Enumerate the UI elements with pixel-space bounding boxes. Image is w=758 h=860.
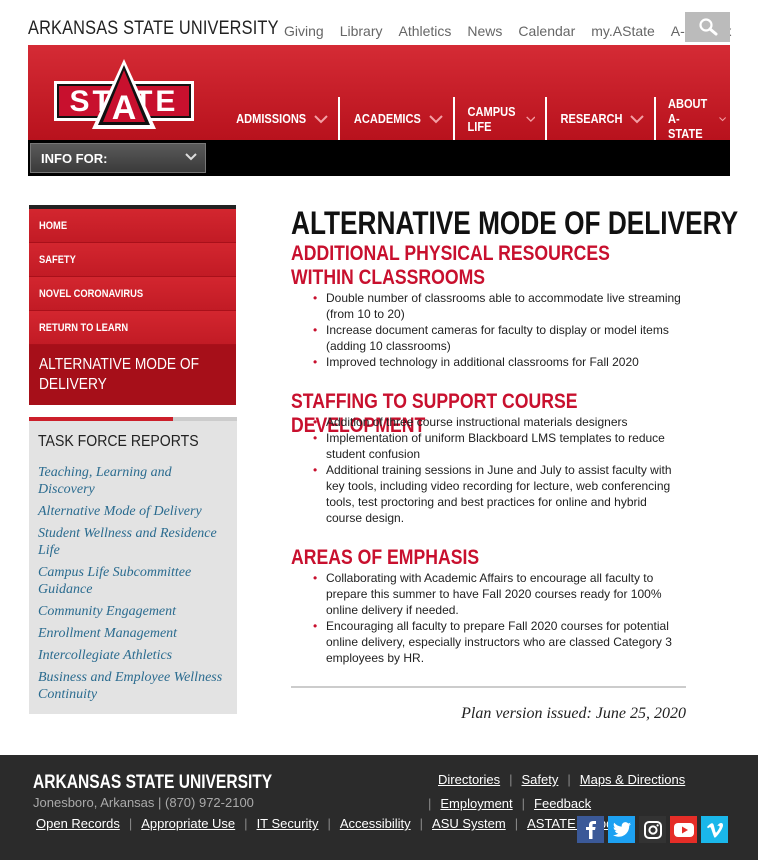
list-item: Addition of three course instructional m… bbox=[291, 414, 686, 430]
instagram-icon[interactable] bbox=[639, 816, 666, 843]
footer-links-row2: | Employment | Feedback bbox=[428, 796, 592, 811]
logo-letter: A bbox=[112, 89, 137, 127]
main-nav: ADMISSIONS ACADEMICS CAMPUS LIFE RESEARC… bbox=[222, 96, 737, 141]
list-item: Double number of classrooms able to acco… bbox=[291, 290, 686, 322]
chevron-down-icon bbox=[429, 114, 443, 123]
task-link-teaching[interactable]: Teaching, Learning and Discovery bbox=[38, 464, 228, 498]
astate-logo[interactable]: STATE A bbox=[54, 57, 194, 131]
task-force-title: TASK FORCE REPORTS bbox=[38, 433, 199, 450]
footer-link-directories[interactable]: Directories bbox=[438, 772, 500, 787]
footer-link-accessibility[interactable]: Accessibility bbox=[340, 816, 411, 831]
footer-link-open-records[interactable]: Open Records bbox=[36, 816, 120, 831]
search-icon bbox=[698, 18, 717, 36]
sidebar-nav: HOME SAFETY NOVEL CORONAVIRUS RETURN TO … bbox=[29, 205, 236, 405]
section-list-resources: Double number of classrooms able to acco… bbox=[291, 290, 686, 370]
task-link-community[interactable]: Community Engagement bbox=[38, 603, 228, 620]
utility-link-library[interactable]: Library bbox=[340, 23, 383, 39]
youtube-icon[interactable] bbox=[670, 816, 697, 843]
task-link-alternative-mode[interactable]: Alternative Mode of Delivery bbox=[38, 503, 228, 520]
nav-research[interactable]: RESEARCH bbox=[545, 97, 654, 140]
facebook-icon[interactable] bbox=[577, 816, 604, 843]
sidebar-item-home[interactable]: HOME bbox=[29, 209, 236, 243]
section-list-emphasis: Collaborating with Academic Affairs to e… bbox=[291, 570, 686, 666]
footer-link-appropriate-use[interactable]: Appropriate Use bbox=[141, 816, 235, 831]
nav-campus-life[interactable]: CAMPUS LIFE bbox=[453, 97, 545, 140]
info-bar: INFO FOR: bbox=[28, 140, 730, 176]
utility-nav: Giving Library Athletics News Calendar m… bbox=[284, 23, 732, 39]
info-for-label: INFO FOR: bbox=[41, 151, 108, 166]
nav-admissions[interactable]: ADMISSIONS bbox=[222, 97, 338, 140]
content-divider bbox=[291, 686, 686, 688]
list-item: Increase document cameras for faculty to… bbox=[291, 322, 686, 354]
footer-link-feedback[interactable]: Feedback bbox=[534, 796, 591, 811]
utility-link-giving[interactable]: Giving bbox=[284, 23, 324, 39]
list-item: Collaborating with Academic Affairs to e… bbox=[291, 570, 686, 618]
section-title-resources: ADDITIONAL PHYSICAL RESOURCES WITHIN CLA… bbox=[291, 242, 610, 289]
search-button[interactable] bbox=[685, 12, 730, 42]
task-force-panel: TASK FORCE REPORTS Teaching, Learning an… bbox=[29, 417, 237, 714]
sidebar-item-return-to-learn[interactable]: RETURN TO LEARN bbox=[29, 311, 236, 345]
list-item: Encouraging all faculty to prepare Fall … bbox=[291, 618, 686, 666]
utility-link-news[interactable]: News bbox=[467, 23, 502, 39]
utility-link-athletics[interactable]: Athletics bbox=[398, 23, 451, 39]
list-item: Improved technology in additional classr… bbox=[291, 354, 686, 370]
top-bar: ARKANSAS STATE UNIVERSITY Giving Library… bbox=[0, 0, 758, 45]
footer-link-safety[interactable]: Safety bbox=[522, 772, 559, 787]
list-item: Implementation of uniform Blackboard LMS… bbox=[291, 430, 686, 462]
site-footer: ARKANSAS STATE UNIVERSITY Jonesboro, Ark… bbox=[0, 755, 758, 860]
info-for-dropdown[interactable]: INFO FOR: bbox=[30, 143, 206, 173]
sidebar-item-novel-coronavirus[interactable]: NOVEL CORONAVIRUS bbox=[29, 277, 236, 311]
task-link-campus-life[interactable]: Campus Life Subcommittee Guidance bbox=[38, 564, 228, 598]
task-link-athletics[interactable]: Intercollegiate Athletics bbox=[38, 647, 228, 664]
nav-about-astate[interactable]: ABOUT A-STATE bbox=[654, 96, 736, 141]
task-link-enrollment[interactable]: Enrollment Management bbox=[38, 625, 228, 642]
chevron-down-icon bbox=[719, 116, 727, 121]
panel-accent bbox=[173, 417, 237, 421]
footer-link-maps[interactable]: Maps & Directions bbox=[580, 772, 685, 787]
utility-link-myastate[interactable]: my.AState bbox=[591, 23, 655, 39]
twitter-icon[interactable] bbox=[608, 816, 635, 843]
site-header: STATE A ADMISSIONS ACADEMICS CAMPUS LIFE… bbox=[28, 45, 730, 141]
footer-link-asu-system[interactable]: ASU System bbox=[432, 816, 506, 831]
footer-link-employment[interactable]: Employment bbox=[440, 796, 512, 811]
section-title-emphasis: AREAS OF EMPHASIS bbox=[291, 546, 480, 569]
sidebar-item-safety[interactable]: SAFETY bbox=[29, 243, 236, 277]
footer-links-row1: Directories | Safety | Maps & Directions bbox=[438, 772, 686, 787]
chevron-down-icon bbox=[630, 114, 645, 123]
task-link-student-wellness[interactable]: Student Wellness and Residence Life bbox=[38, 525, 228, 559]
social-links bbox=[577, 816, 728, 843]
vimeo-icon[interactable] bbox=[701, 816, 728, 843]
chevron-down-icon bbox=[314, 114, 329, 123]
footer-link-it-security[interactable]: IT Security bbox=[257, 816, 319, 831]
footer-address: Jonesboro, Arkansas | (870) 972-2100 bbox=[33, 795, 254, 810]
footer-site-name: ARKANSAS STATE UNIVERSITY bbox=[33, 772, 273, 793]
task-link-business[interactable]: Business and Employee Wellness Continuit… bbox=[38, 669, 228, 703]
utility-link-calendar[interactable]: Calendar bbox=[518, 23, 575, 39]
chevron-down-icon bbox=[185, 153, 197, 161]
site-name[interactable]: ARKANSAS STATE UNIVERSITY bbox=[28, 18, 279, 40]
nav-academics[interactable]: ACADEMICS bbox=[338, 97, 453, 140]
plan-version: Plan version issued: June 25, 2020 bbox=[461, 705, 686, 722]
chevron-down-icon bbox=[525, 115, 536, 122]
task-force-links: Teaching, Learning and Discovery Alterna… bbox=[38, 464, 228, 708]
footer-links-bottom: Open Records | Appropriate Use | IT Secu… bbox=[36, 816, 634, 831]
page-title: ALTERNATIVE MODE OF DELIVERY bbox=[291, 205, 739, 241]
section-list-staffing: Addition of three course instructional m… bbox=[291, 414, 686, 526]
list-item: Additional training sessions in June and… bbox=[291, 462, 686, 526]
sidebar-item-alternative-mode[interactable]: ALTERNATIVE MODE OF DELIVERY bbox=[29, 345, 236, 405]
